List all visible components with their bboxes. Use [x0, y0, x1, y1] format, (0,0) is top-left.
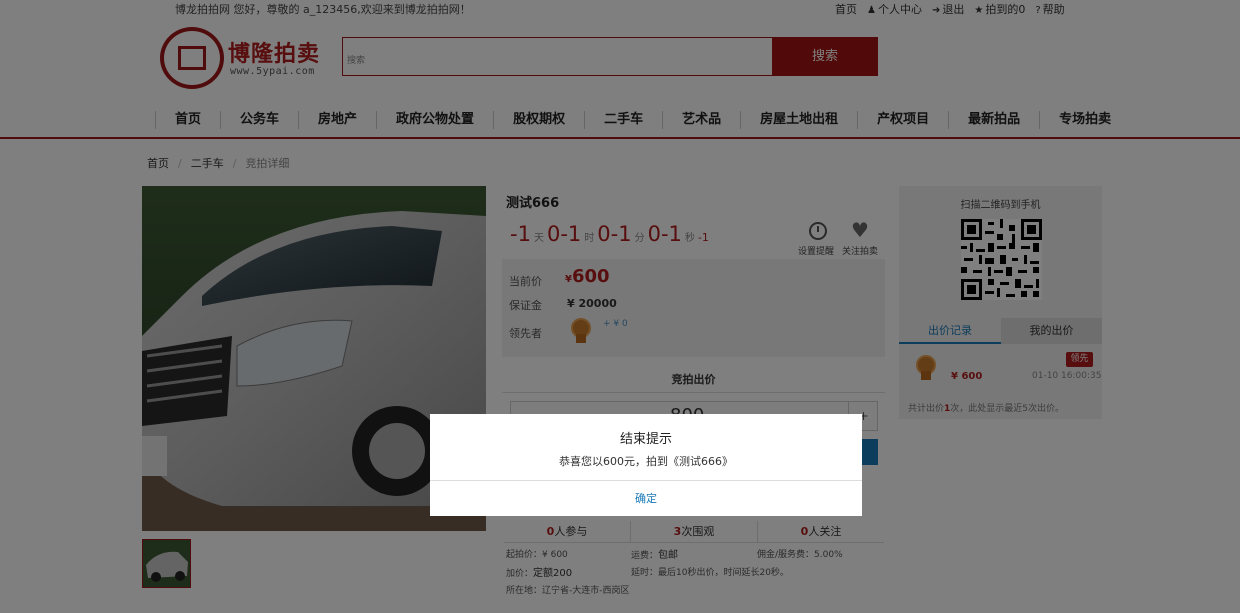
confirm-button[interactable]: 确定: [430, 481, 862, 516]
dialog-title: 结束提示: [619, 432, 672, 447]
dialog-message: 恭喜您以600元，拍到《测试666》: [559, 455, 733, 468]
modal-overlay[interactable]: [0, 0, 1240, 613]
